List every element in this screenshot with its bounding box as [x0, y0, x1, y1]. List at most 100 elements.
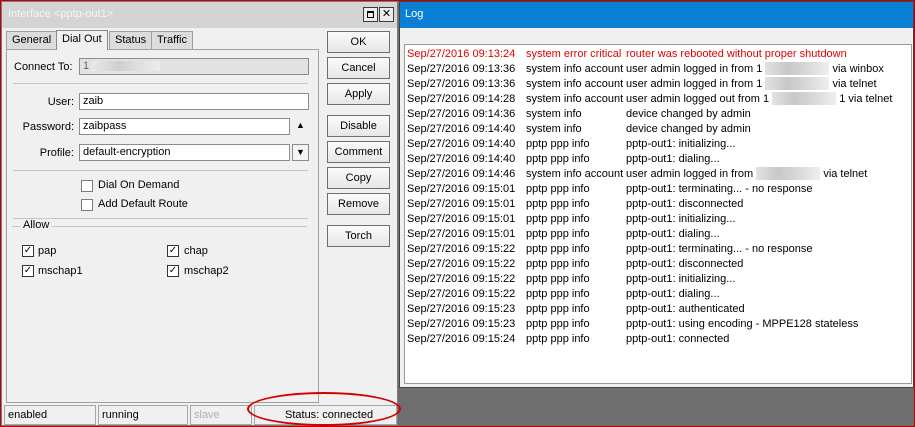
log-row[interactable]: Sep/27/2016 09:15:22 pptp ppp info pptp-ou…: [405, 242, 911, 257]
log-topics: system info account: [526, 63, 624, 75]
mschap2-checkbox[interactable]: ✓: [167, 265, 179, 277]
log-row[interactable]: Sep/27/2016 09:15:22 pptp ppp info pptp-ou…: [405, 287, 911, 302]
log-message-text: pptp-out1: dialing...: [626, 153, 720, 165]
log-row[interactable]: Sep/27/2016 09:15:01 pptp ppp info pptp-ou…: [405, 182, 911, 197]
log-message: pptp-out1: initializing...: [626, 212, 735, 227]
log-time: Sep/27/2016 09:15:01: [407, 228, 516, 240]
log-time: Sep/27/2016 09:15:01: [407, 213, 516, 225]
chap-checkbox[interactable]: ✓: [167, 245, 179, 257]
torch-button[interactable]: Torch: [327, 225, 390, 247]
log-row[interactable]: Sep/27/2016 09:15:23 pptp ppp info pptp-ou…: [405, 317, 911, 332]
log-topics: pptp ppp info: [526, 183, 590, 195]
connect-to-field[interactable]: 1: [79, 58, 309, 75]
log-titlebar[interactable]: Log: [400, 2, 913, 28]
log-row[interactable]: Sep/27/2016 09:13:36 system info account u…: [405, 62, 911, 77]
log-message: user admin logged out from 1 1 via telne…: [626, 92, 892, 107]
ok-button[interactable]: OK: [327, 31, 390, 53]
log-row[interactable]: Sep/27/2016 09:15:24 pptp ppp info pptp-ou…: [405, 332, 911, 347]
log-row[interactable]: Sep/27/2016 09:14:40 pptp ppp info pptp-ou…: [405, 137, 911, 152]
log-row[interactable]: Sep/27/2016 09:15:01 pptp ppp info pptp-ou…: [405, 227, 911, 242]
log-time: Sep/27/2016 09:14:28: [407, 93, 516, 105]
log-row[interactable]: Sep/27/2016 09:15:01 pptp ppp info pptp-ou…: [405, 212, 911, 227]
log-row[interactable]: Sep/27/2016 09:14:40 system info device ch…: [405, 122, 911, 137]
pap-checkbox[interactable]: ✓: [22, 245, 34, 257]
log-list[interactable]: Sep/27/2016 09:13:24 system error critica…: [404, 44, 912, 384]
profile-select[interactable]: default-encryption: [79, 144, 290, 161]
log-message-suffix: via telnet: [832, 78, 877, 90]
log-message-text: pptp-out1: disconnected: [626, 198, 744, 210]
log-row[interactable]: Sep/27/2016 09:15:22 pptp ppp info pptp-ou…: [405, 272, 911, 287]
log-row[interactable]: Sep/27/2016 09:15:22 pptp ppp info pptp-ou…: [405, 257, 911, 272]
log-message: pptp-out1: initializing...: [626, 137, 735, 152]
log-topics: pptp ppp info: [526, 198, 590, 210]
log-message: device changed by admin: [626, 107, 751, 122]
log-time: Sep/27/2016 09:15:23: [407, 318, 516, 330]
cancel-button[interactable]: Cancel: [327, 57, 390, 79]
log-message-text: pptp-out1: initializing...: [626, 138, 736, 150]
password-field[interactable]: zaibpass: [79, 118, 290, 135]
log-time: Sep/27/2016 09:15:22: [407, 243, 516, 255]
dial-on-demand-checkbox[interactable]: [81, 180, 93, 192]
maximize-icon[interactable]: [363, 7, 378, 22]
log-message-text: pptp-out1: using encoding - MPPE128 stat…: [626, 318, 859, 330]
log-row[interactable]: Sep/27/2016 09:14:40 pptp ppp info pptp-ou…: [405, 152, 911, 167]
add-default-route-checkbox[interactable]: [81, 199, 93, 211]
log-message: user admin logged in from via telnet: [626, 167, 867, 182]
log-message-text: pptp-out1: disconnected: [626, 258, 744, 270]
log-time: Sep/27/2016 09:15:22: [407, 273, 516, 285]
log-row[interactable]: Sep/27/2016 09:14:36 system info device ch…: [405, 107, 911, 122]
copy-button[interactable]: Copy: [327, 167, 390, 189]
separator: [13, 218, 308, 219]
remove-button[interactable]: Remove: [327, 193, 390, 215]
log-message-suffix: via telnet: [823, 168, 868, 180]
log-topics: pptp ppp info: [526, 303, 590, 315]
log-row[interactable]: Sep/27/2016 09:14:46 system info account u…: [405, 167, 911, 182]
log-time: Sep/27/2016 09:14:40: [407, 153, 516, 165]
tab-status[interactable]: Status: [109, 31, 153, 49]
log-topics: pptp ppp info: [526, 138, 590, 150]
log-topics: pptp ppp info: [526, 273, 590, 285]
interface-window: Interface <pptp-out1> ✕ General Dial Out…: [1, 1, 398, 426]
tab-general[interactable]: General: [6, 31, 58, 49]
tab-dial-out[interactable]: Dial Out: [56, 30, 108, 50]
interface-titlebar[interactable]: Interface <pptp-out1> ✕: [2, 2, 397, 28]
log-time: Sep/27/2016 09:15:23: [407, 303, 516, 315]
log-time: Sep/27/2016 09:15:22: [407, 258, 516, 270]
mschap1-checkbox[interactable]: ✓: [22, 265, 34, 277]
password-label: Password:: [22, 121, 74, 133]
log-message-text: device changed by admin: [626, 108, 751, 120]
dropdown-icon[interactable]: ▼: [292, 144, 309, 161]
log-message-text: device changed by admin: [626, 123, 751, 135]
log-message-text: pptp-out1: dialing...: [626, 288, 720, 300]
log-topics: pptp ppp info: [526, 288, 590, 300]
user-label: User:: [47, 96, 74, 108]
log-row[interactable]: Sep/27/2016 09:13:24 system error critica…: [405, 47, 911, 62]
pap-label: pap: [38, 245, 57, 257]
log-topics: pptp ppp info: [526, 333, 590, 345]
dial-on-demand-label: Dial On Demand: [98, 179, 180, 191]
apply-button[interactable]: Apply: [327, 83, 390, 105]
redacted-address: [92, 61, 161, 72]
log-message: pptp-out1: terminating... - no response: [626, 242, 813, 257]
close-icon[interactable]: ✕: [379, 7, 394, 22]
log-row[interactable]: Sep/27/2016 09:15:01 pptp ppp info pptp-ou…: [405, 197, 911, 212]
show-password-icon[interactable]: ▲: [292, 118, 309, 135]
connect-to-label: Connect To:: [14, 61, 73, 73]
redacted-address: [765, 62, 830, 75]
log-row[interactable]: Sep/27/2016 09:13:36 system info account u…: [405, 77, 911, 92]
log-message-text: user admin logged in from 1: [626, 63, 763, 75]
user-field[interactable]: zaib: [79, 93, 309, 110]
log-row[interactable]: Sep/27/2016 09:15:23 pptp ppp info pptp-ou…: [405, 302, 911, 317]
disable-button[interactable]: Disable: [327, 115, 390, 137]
log-time: Sep/27/2016 09:13:36: [407, 63, 516, 75]
log-topics: system info: [526, 123, 582, 135]
log-time: Sep/27/2016 09:15:22: [407, 288, 516, 300]
log-time: Sep/27/2016 09:14:36: [407, 108, 516, 120]
log-window: Log Sep/27/2016 09:13:24 system error cri…: [399, 1, 914, 388]
log-topics: system info account: [526, 93, 624, 105]
log-time: Sep/27/2016 09:14:40: [407, 123, 516, 135]
log-row[interactable]: Sep/27/2016 09:14:28 system info account u…: [405, 92, 911, 107]
comment-button[interactable]: Comment: [327, 141, 390, 163]
tab-traffic[interactable]: Traffic: [151, 31, 193, 49]
log-message-text: pptp-out1: initializing...: [626, 213, 736, 225]
